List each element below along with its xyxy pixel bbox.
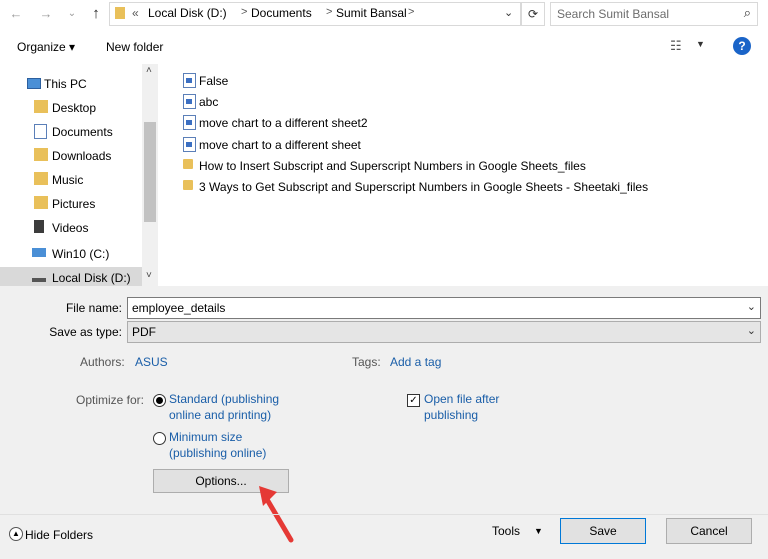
tools-dropdown-icon[interactable]: ▼ (534, 526, 543, 536)
file-list (158, 64, 768, 286)
optimize-for-label: Optimize for: (76, 393, 145, 407)
up-arrow-icon[interactable]: ↑ (86, 4, 106, 24)
minimum-label-line1[interactable]: Minimum size (169, 430, 242, 444)
minimum-label-line2[interactable]: (publishing online) (169, 446, 266, 460)
address-bar[interactable]: « Local Disk (D:) > Documents > Sumit Ba… (109, 2, 521, 26)
documents-icon (34, 124, 47, 139)
document-icon (183, 94, 196, 109)
tags-label: Tags: (352, 355, 381, 369)
search-placeholder: Search Sumit Bansal (557, 7, 670, 21)
nav-item-downloads[interactable]: Downloads (0, 144, 142, 168)
open-after-label-line2[interactable]: publishing (424, 408, 478, 422)
nav-item-win10-c[interactable]: Win10 (C:) (0, 242, 142, 266)
nav-item-documents[interactable]: Documents (0, 120, 142, 144)
open-after-label-line1[interactable]: Open file after (424, 392, 499, 406)
breadcrumb-separator-icon[interactable]: > (326, 6, 332, 18)
open-after-publishing-checkbox[interactable]: ✓ (407, 394, 420, 407)
minimum-size-radio[interactable] (153, 432, 166, 445)
scroll-down-icon[interactable]: ˅ (146, 270, 152, 281)
drive-icon (32, 278, 46, 282)
recent-dropdown-icon[interactable]: ⌄ (62, 4, 82, 24)
breadcrumb-documents[interactable]: Documents (251, 6, 312, 20)
nav-item-this-pc[interactable]: This PC (0, 72, 142, 96)
document-icon (183, 73, 196, 88)
music-icon (34, 172, 48, 185)
footer-divider (0, 514, 768, 515)
refresh-icon[interactable]: ⟳ (521, 2, 545, 26)
desktop-icon (34, 100, 48, 113)
drive-icon (32, 248, 46, 257)
back-arrow-icon[interactable]: ← (6, 4, 26, 24)
downloads-icon (34, 148, 48, 161)
computer-icon (27, 78, 41, 89)
forward-arrow-icon[interactable]: → (36, 4, 56, 24)
nav-item-pictures[interactable]: Pictures (0, 192, 142, 216)
address-dropdown-icon[interactable]: ⌄ (504, 6, 513, 19)
chevron-down-icon[interactable]: ⌄ (747, 324, 756, 337)
save-button[interactable]: Save (560, 518, 646, 544)
help-icon[interactable]: ? (733, 37, 751, 55)
view-dropdown-icon[interactable]: ▼ (696, 39, 705, 49)
view-options-icon[interactable]: ☷ (670, 38, 682, 54)
nav-item-desktop[interactable]: Desktop (0, 96, 142, 120)
pictures-icon (34, 196, 48, 209)
add-tag-link[interactable]: Add a tag (390, 355, 441, 369)
folder-icon (183, 180, 193, 190)
navigation-pane: This PC Desktop Documents Downloads Musi… (0, 64, 158, 286)
tools-button[interactable]: Tools (492, 524, 520, 538)
standard-radio[interactable] (153, 394, 166, 407)
hide-folders-button[interactable]: Hide Folders (25, 528, 93, 542)
document-icon (183, 137, 196, 152)
standard-label-line2[interactable]: online and printing) (169, 408, 271, 422)
breadcrumb-separator-icon[interactable]: > (241, 6, 247, 18)
address-row: ← → ⌄ ↑ « Local Disk (D:) > Documents > … (0, 0, 768, 28)
authors-label: Authors: (80, 355, 125, 369)
folder-icon (115, 7, 125, 19)
organize-button[interactable]: Organize ▾ (17, 40, 75, 54)
authors-value[interactable]: ASUS (135, 355, 168, 369)
breadcrumb-overflow[interactable]: « (132, 6, 139, 20)
chevron-down-icon[interactable]: ⌄ (747, 300, 756, 313)
save-as-type-select[interactable]: PDF ⌄ (127, 321, 761, 343)
command-toolbar: Organize ▾ New folder ☷ ▼ ? (0, 28, 768, 65)
cancel-button[interactable]: Cancel (666, 518, 752, 544)
scroll-up-icon[interactable]: ˄ (146, 65, 152, 76)
scrollbar-thumb[interactable] (144, 122, 156, 222)
search-input[interactable]: Search Sumit Bansal ⌕ (550, 2, 758, 26)
file-name-input[interactable]: employee_details ⌄ (127, 297, 761, 319)
new-folder-button[interactable]: New folder (106, 40, 163, 54)
standard-label-line1[interactable]: Standard (publishing (169, 392, 279, 406)
search-icon[interactable]: ⌕ (744, 5, 751, 21)
breadcrumb-local-disk[interactable]: Local Disk (D:) (148, 6, 227, 20)
nav-item-local-disk-d[interactable]: Local Disk (D:) (0, 267, 142, 286)
videos-icon (34, 220, 44, 233)
nav-item-music[interactable]: Music (0, 168, 142, 192)
file-name-label: File name: (65, 301, 122, 315)
save-as-type-label: Save as type: (49, 325, 122, 339)
breadcrumb-separator-icon[interactable]: > (408, 6, 414, 18)
chevron-up-icon[interactable]: ▲ (9, 527, 23, 541)
nav-item-videos[interactable]: Videos (0, 216, 142, 240)
folder-icon (183, 159, 193, 169)
document-icon (183, 115, 196, 130)
breadcrumb-sumit-bansal[interactable]: Sumit Bansal (336, 6, 407, 20)
